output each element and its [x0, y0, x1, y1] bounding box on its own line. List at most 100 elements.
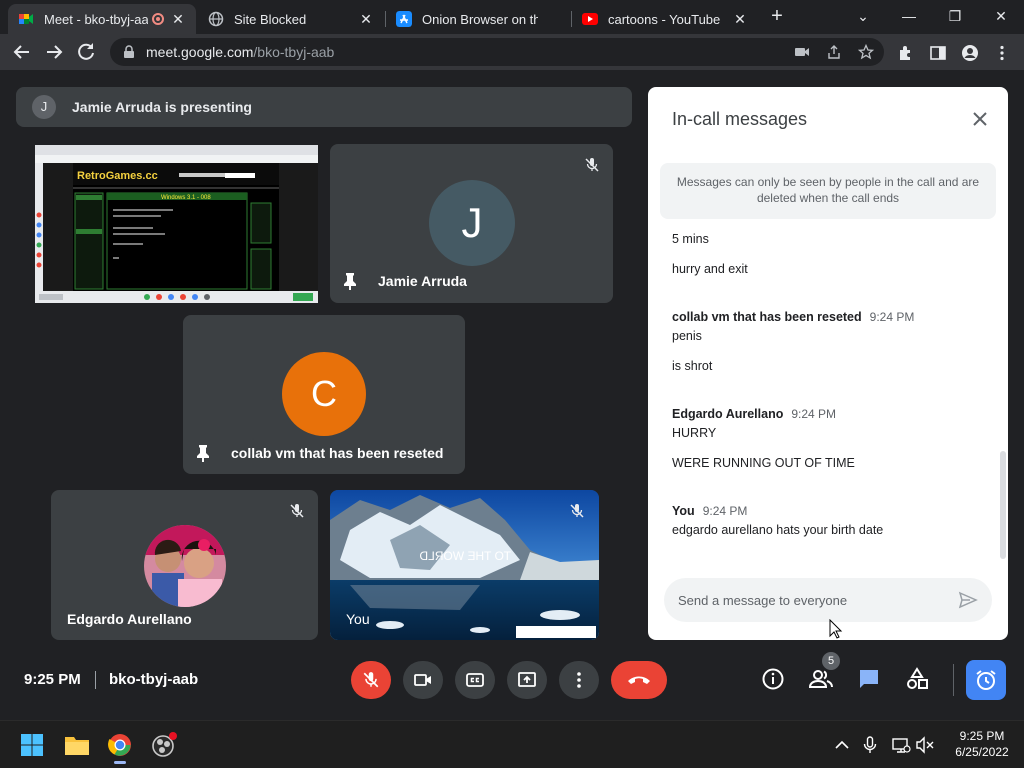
toggle-camera-button[interactable] — [403, 661, 443, 699]
send-icon[interactable] — [958, 590, 978, 610]
close-tab-icon[interactable]: ✕ — [358, 11, 374, 27]
profile-icon[interactable] — [961, 44, 979, 62]
shared-site-logo: RetroGames.cc — [77, 170, 158, 182]
avatar-jamie: J — [429, 180, 515, 266]
minimize-button[interactable]: — — [895, 4, 923, 28]
taskbar-clock[interactable]: 9:25 PM 6/25/2022 — [944, 728, 1020, 760]
pin-icon[interactable] — [196, 444, 210, 462]
chat-button[interactable] — [856, 666, 882, 692]
participant-tile-you[interactable]: TO THE WORLD You — [330, 490, 599, 640]
chat-timestamp: 9:24 PM — [869, 310, 915, 324]
camera-icon — [414, 674, 431, 686]
participant-name: You — [346, 611, 370, 627]
alarm-extension-button[interactable] — [966, 660, 1006, 700]
participant-tile-jamie[interactable]: J Jamie Arruda — [330, 144, 613, 303]
tab-search-icon[interactable]: ⌄ — [849, 4, 877, 28]
windows-taskbar: 9:25 PM 6/25/2022 — [0, 720, 1024, 768]
captions-button[interactable] — [455, 661, 495, 699]
shared-screen-content: RetroGames.cc Windows 3.1 - 008 — [35, 145, 318, 303]
close-icon[interactable] — [970, 109, 990, 129]
participant-tile-collab-vm[interactable]: C collab vm that has been reseted — [183, 315, 465, 474]
chat-message: 5 mins — [672, 232, 709, 246]
presenter-avatar: J — [32, 95, 56, 119]
chat-message-input[interactable] — [678, 578, 948, 622]
chat-privacy-notice: Messages can only be seen by people in t… — [660, 163, 996, 219]
youtube-icon — [582, 13, 598, 25]
recording-icon — [152, 13, 164, 25]
participant-name: Jamie Arruda — [378, 273, 467, 289]
mic-off-icon — [570, 504, 584, 518]
chat-sender-name: You — [672, 504, 695, 518]
tab-meet[interactable]: Meet - bko-tbyj-aab ✕ — [8, 4, 196, 34]
tab-title: Site Blocked — [234, 11, 307, 27]
file-explorer-button[interactable] — [61, 729, 93, 761]
mic-off-icon — [290, 504, 304, 518]
presenting-text: Jamie Arruda is presenting — [72, 99, 252, 115]
activities-button[interactable] — [904, 666, 930, 692]
new-tab-button[interactable]: + — [766, 6, 788, 28]
network-icon[interactable] — [891, 735, 911, 755]
chrome-button[interactable] — [104, 729, 136, 764]
captions-icon — [466, 673, 484, 687]
close-window-button[interactable]: ✕ — [987, 4, 1015, 28]
chat-message: HURRY — [672, 426, 717, 440]
chat-scrollbar[interactable] — [1000, 451, 1006, 559]
avatar-collab-vm: C — [282, 352, 366, 436]
menu-kebab-icon[interactable] — [993, 44, 1011, 62]
leave-call-button[interactable] — [611, 661, 667, 699]
pin-icon[interactable] — [343, 272, 357, 290]
participant-name: Edgardo Aurellano — [67, 611, 192, 627]
people-icon — [808, 670, 833, 688]
mic-off-icon — [585, 158, 599, 172]
obs-button[interactable] — [148, 729, 180, 761]
folder-icon — [65, 737, 89, 755]
chat-panel-title: In-call messages — [672, 109, 808, 129]
chat-sender: collab vm that has been reseted 9:24 PM — [672, 310, 914, 324]
address-bar[interactable]: meet.google.com/bko-tbyj-aab — [110, 38, 884, 66]
camera-in-use-icon[interactable] — [794, 44, 810, 60]
chat-sender-name: Edgardo Aurellano — [672, 407, 784, 421]
tab-site-blocked[interactable]: Site Blocked ✕ — [198, 4, 384, 34]
more-options-button[interactable] — [559, 661, 599, 699]
lock-icon[interactable] — [122, 45, 136, 59]
google-meet-icon — [19, 14, 33, 24]
close-tab-icon[interactable]: ✕ — [732, 11, 748, 27]
tab-onion-browser[interactable]: Onion Browser on the App ✕ — [386, 4, 570, 34]
chat-timestamp: 9:24 PM — [791, 407, 837, 421]
restore-button[interactable]: ❐ — [941, 4, 969, 28]
tab-youtube[interactable]: cartoons - YouTube ✕ — [572, 4, 758, 34]
shared-screen-tile[interactable]: RetroGames.cc Windows 3.1 - 008 — [35, 145, 318, 303]
people-count-badge: 5 — [822, 652, 840, 670]
chat-icon — [860, 670, 878, 688]
mouse-cursor — [829, 619, 843, 639]
divider — [953, 664, 954, 696]
meeting-details-button[interactable] — [760, 666, 786, 692]
chrome-icon — [108, 734, 131, 756]
chat-message: is shrot — [672, 359, 713, 373]
back-icon[interactable] — [10, 40, 34, 64]
meeting-clock: 9:25 PM — [24, 671, 81, 688]
url-path: /bko-tbyj-aab — [253, 44, 335, 60]
taskbar-time: 9:25 PM — [959, 729, 1005, 743]
close-tab-icon[interactable]: ✕ — [170, 11, 186, 27]
show-hidden-icons-chevron-icon[interactable] — [832, 735, 852, 755]
microphone-icon[interactable] — [860, 735, 880, 755]
present-now-button[interactable] — [507, 661, 547, 699]
divider — [95, 671, 96, 689]
url-host: meet.google.com — [146, 44, 254, 60]
chat-timestamp: 9:24 PM — [702, 504, 748, 518]
tab-title: Meet - bko-tbyj-aab — [44, 11, 148, 27]
alarm-clock-icon — [976, 670, 996, 690]
side-panel-icon[interactable] — [929, 44, 947, 62]
start-button[interactable] — [16, 729, 48, 761]
share-icon[interactable] — [826, 44, 842, 60]
reload-icon[interactable] — [74, 40, 98, 64]
extensions-icon[interactable] — [897, 44, 915, 62]
forward-icon[interactable] — [42, 40, 66, 64]
volume-muted-icon[interactable] — [915, 735, 935, 755]
participant-tile-edgardo[interactable]: Edgardo Aurellano — [51, 490, 318, 640]
taskbar-date: 6/25/2022 — [955, 745, 1009, 759]
bookmark-star-icon[interactable] — [858, 44, 874, 60]
self-video-background: TO THE WORLD — [330, 490, 599, 640]
toggle-mic-button[interactable] — [351, 661, 391, 699]
